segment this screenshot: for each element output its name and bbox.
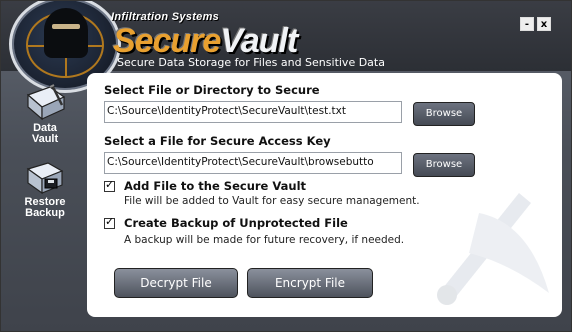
add-file-label: Add File to the Secure Vault bbox=[124, 179, 307, 193]
data-vault-icon bbox=[26, 84, 66, 121]
app-window: Infiltration Systems SecureVault Secure … bbox=[0, 0, 572, 332]
sidebar-item-restore-backup[interactable]: Restore Backup bbox=[13, 159, 77, 219]
window-controls: - x bbox=[520, 17, 551, 31]
main-panel: Select File or Directory to Secure C:\So… bbox=[87, 73, 562, 317]
decrypt-file-button[interactable]: Decrypt File bbox=[114, 268, 238, 298]
app-title-part2: Vault bbox=[220, 22, 298, 60]
sidebar: Data Vault Restore Backup bbox=[13, 83, 77, 219]
sword-watermark-icon bbox=[437, 193, 549, 305]
restore-backup-icon bbox=[26, 162, 64, 195]
app-tagline: Secure Data Storage for Files and Sensit… bbox=[117, 56, 385, 69]
title-bar[interactable]: Infiltration Systems SecureVault Secure … bbox=[1, 1, 571, 93]
app-title: SecureVault bbox=[113, 21, 298, 61]
browse-source-button[interactable]: Browse bbox=[413, 102, 475, 126]
source-path-field[interactable]: C:\Source\IdentityProtect\SecureVault\te… bbox=[104, 101, 402, 123]
create-backup-checkbox[interactable] bbox=[104, 215, 115, 229]
key-path-field[interactable]: C:\Source\IdentityProtect\SecureVault\br… bbox=[104, 152, 402, 174]
add-file-description: File will be added to Vault for easy sec… bbox=[124, 195, 420, 207]
source-label: Select File or Directory to Secure bbox=[104, 83, 320, 97]
sidebar-item-label-line2: Vault bbox=[31, 133, 59, 145]
sidebar-item-label-line2: Backup bbox=[25, 207, 65, 219]
minimize-button[interactable]: - bbox=[520, 17, 534, 31]
close-button[interactable]: x bbox=[537, 17, 551, 31]
browse-key-button[interactable]: Browse bbox=[413, 153, 475, 177]
encrypt-file-button[interactable]: Encrypt File bbox=[247, 268, 373, 298]
add-file-checkbox[interactable] bbox=[104, 178, 115, 192]
create-backup-label: Create Backup of Unprotected File bbox=[124, 216, 348, 230]
create-backup-description: A backup will be made for future recover… bbox=[124, 234, 405, 246]
app-title-part1: Secure bbox=[113, 22, 221, 60]
sidebar-item-data-vault[interactable]: Data Vault bbox=[13, 83, 77, 153]
key-label: Select a File for Secure Access Key bbox=[104, 134, 331, 148]
